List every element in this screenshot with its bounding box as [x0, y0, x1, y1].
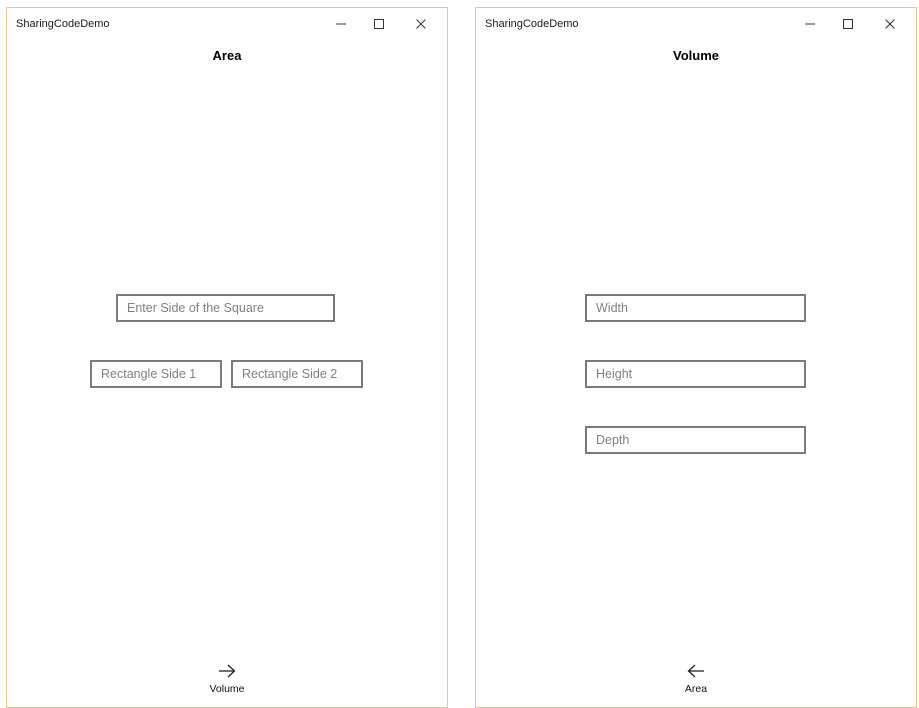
- arrow-right-icon: [219, 664, 236, 678]
- volume-nav-button[interactable]: Volume: [197, 660, 257, 706]
- minimize-icon: [805, 23, 815, 25]
- minimize-icon: [336, 23, 346, 25]
- height-input[interactable]: [585, 360, 806, 388]
- arrow-left-icon: [687, 664, 704, 678]
- page-title: Area: [212, 48, 242, 63]
- rectangle-side1-input[interactable]: [90, 360, 222, 388]
- minimize-button[interactable]: [321, 13, 361, 35]
- maximize-icon: [843, 19, 853, 29]
- volume-nav-label: Volume: [209, 683, 245, 695]
- app-title: SharingCodeDemo: [16, 18, 110, 30]
- area-nav-button[interactable]: Area: [666, 660, 726, 706]
- area-nav-label: Area: [684, 683, 708, 695]
- close-icon: [416, 19, 426, 29]
- maximize-button[interactable]: [828, 13, 868, 35]
- volume-window: SharingCodeDemo Volume Area: [475, 7, 917, 708]
- width-input[interactable]: [585, 294, 806, 322]
- maximize-button[interactable]: [359, 13, 399, 35]
- close-button[interactable]: [401, 13, 441, 35]
- area-window: SharingCodeDemo Area Volume: [6, 7, 448, 708]
- depth-input[interactable]: [585, 426, 806, 454]
- rectangle-side2-input[interactable]: [231, 360, 363, 388]
- close-icon: [885, 19, 895, 29]
- minimize-button[interactable]: [790, 13, 830, 35]
- square-side-input[interactable]: [116, 294, 335, 322]
- close-button[interactable]: [870, 13, 910, 35]
- app-title: SharingCodeDemo: [485, 18, 579, 30]
- page-title: Volume: [673, 48, 719, 63]
- maximize-icon: [374, 19, 384, 29]
